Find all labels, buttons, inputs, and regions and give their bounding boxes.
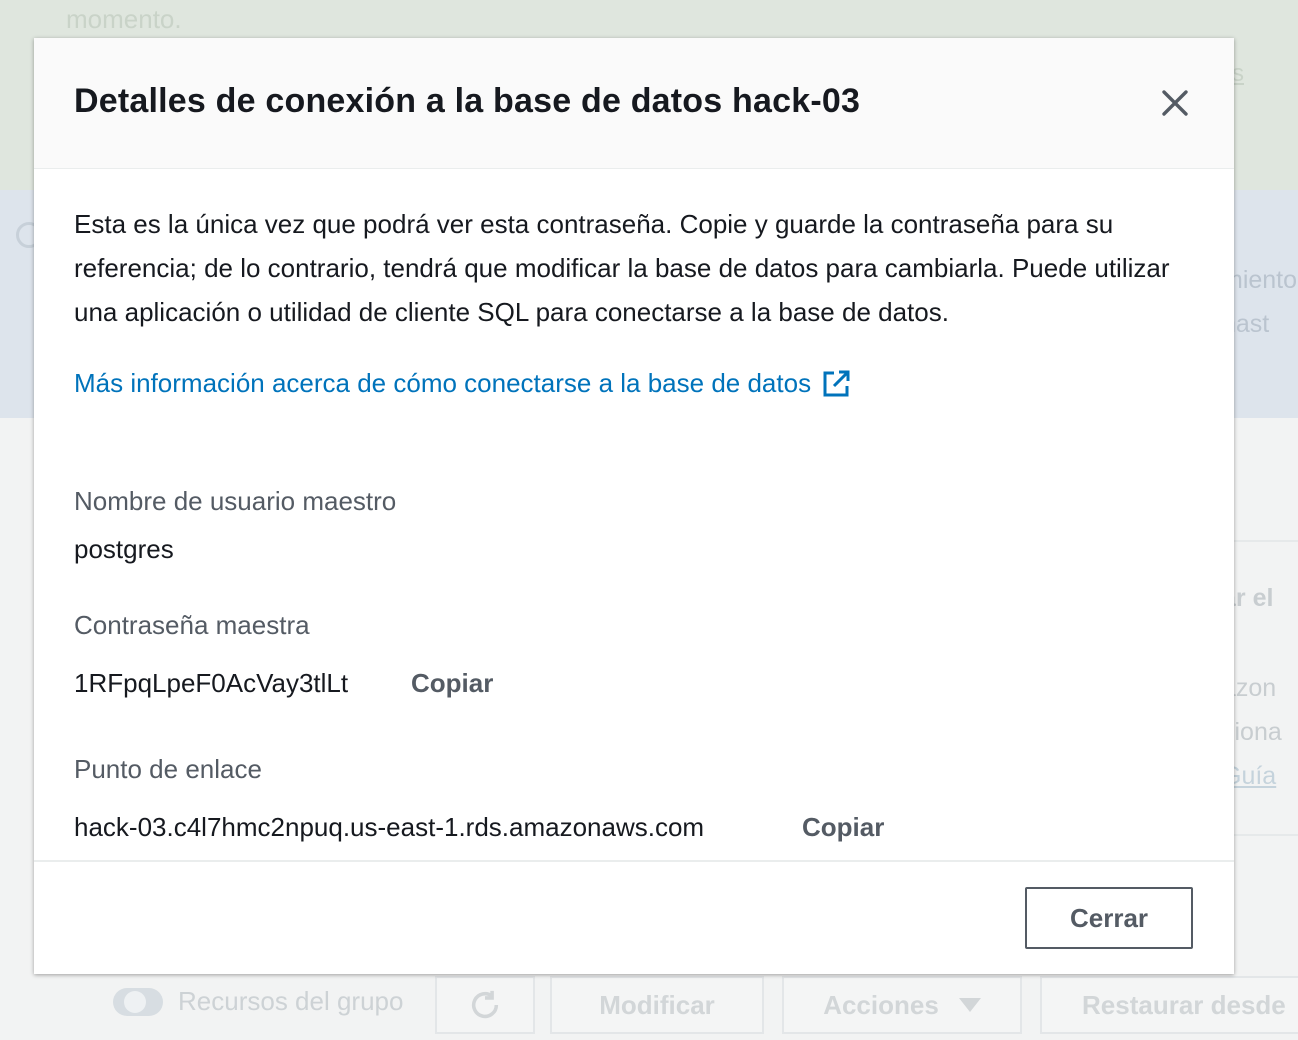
- password-value: 1RFpqLpeF0AcVay3tlLt: [74, 668, 349, 698]
- group-resources-label: Recursos del grupo: [178, 986, 404, 1016]
- success-flashbar-text: momento.: [66, 4, 182, 34]
- refresh-icon: [471, 990, 499, 1019]
- copy-endpoint-button[interactable]: Copiar: [802, 812, 884, 843]
- endpoint-label: Punto de enlace: [74, 754, 262, 784]
- refresh-button: [435, 976, 535, 1034]
- modal-footer: Cerrar: [34, 860, 1234, 976]
- intro-text: Esta es la única vez que podrá ver esta …: [74, 209, 1170, 327]
- password-label: Contraseña maestra: [74, 610, 310, 640]
- username-label: Nombre de usuario maestro: [74, 486, 397, 516]
- close-icon: [1162, 90, 1188, 116]
- caret-down-icon: [958, 998, 981, 1012]
- restore-button: Restaurar desde: [1040, 976, 1298, 1034]
- copy-password-button[interactable]: Copiar: [411, 668, 493, 699]
- toggle-knob: [124, 991, 146, 1013]
- modal-title: Detalles de conexión a la base de datos …: [74, 82, 861, 120]
- actions-button: Acciones: [782, 976, 1022, 1034]
- learn-more-link[interactable]: Más información acerca de cómo conectars…: [74, 368, 851, 399]
- close-footer-button[interactable]: Cerrar: [1025, 887, 1193, 949]
- endpoint-value: hack-03.c4l7hmc2npuq.us-east-1.rds.amazo…: [74, 812, 705, 842]
- external-link-icon: [821, 369, 851, 399]
- username-value: postgres: [74, 534, 174, 564]
- actions-label: Acciones: [823, 989, 939, 1020]
- learn-more-link-label: Más información acerca de cómo conectars…: [74, 368, 812, 398]
- modify-button: Modificar: [550, 976, 764, 1034]
- modal-header: Detalles de conexión a la base de datos …: [34, 38, 1234, 169]
- close-button[interactable]: [1154, 82, 1196, 124]
- connection-details-modal: Detalles de conexión a la base de datos …: [34, 38, 1234, 974]
